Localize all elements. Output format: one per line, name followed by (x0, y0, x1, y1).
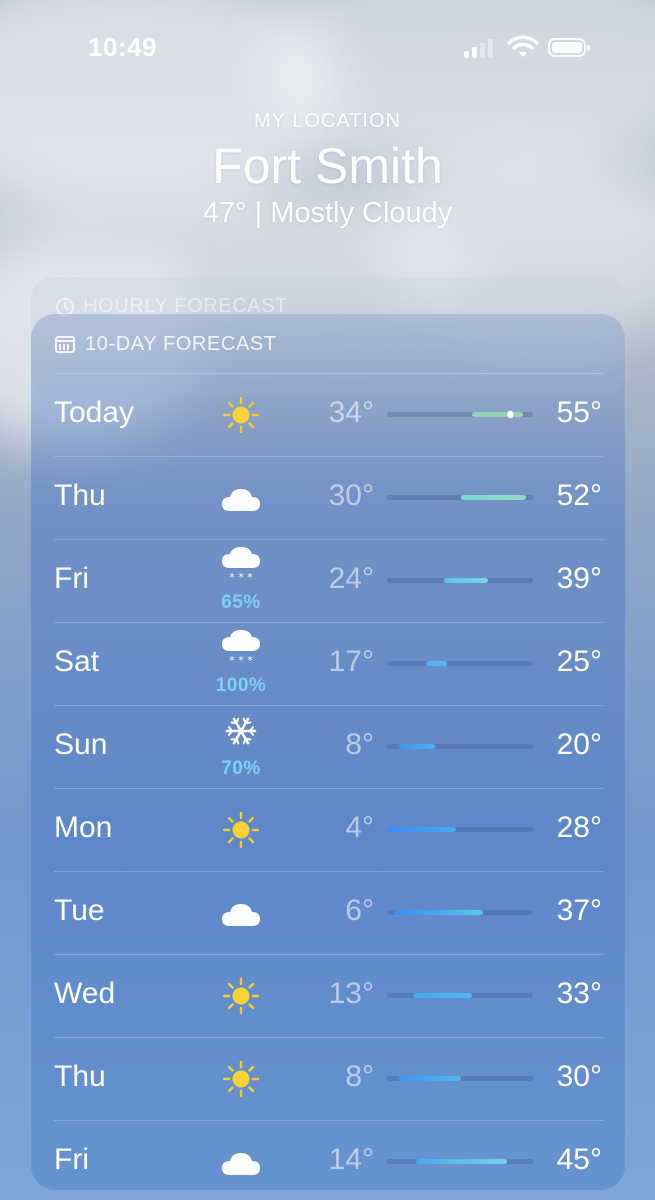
forecast-day: Today (54, 396, 135, 429)
svg-text:* * *: * * * (229, 571, 253, 584)
temperature-range-bar (387, 578, 533, 583)
high-temperature: 52° (556, 479, 602, 512)
temperature-range-bar (387, 910, 533, 915)
low-temperature: 17° (328, 645, 374, 678)
status-time: 10:49 (88, 32, 157, 62)
temperature-range-fill (398, 744, 436, 749)
forecast-row[interactable]: Wed 13° 33° (54, 954, 603, 1037)
temperature-range-fill (443, 578, 488, 583)
battery-icon (548, 38, 590, 57)
low-temperature: 6° (345, 894, 374, 927)
low-temperature: 4° (345, 811, 374, 844)
high-temperature: 39° (556, 562, 602, 595)
forecast-row[interactable]: Mon 4° 28° (54, 788, 603, 871)
precipitation-chance: 65% (221, 592, 261, 613)
forecast-day: Sat (54, 645, 100, 678)
high-temperature: 33° (556, 977, 602, 1010)
forecast-day: Tue (54, 894, 105, 927)
forecast-day: Mon (54, 811, 113, 844)
ten-day-title: 10-DAY FORECAST (85, 332, 277, 355)
temperature-range-bar (387, 495, 533, 500)
forecast-row[interactable]: Sun 70% 8° 20° (54, 705, 603, 788)
forecast-day: Thu (54, 479, 106, 512)
ten-day-forecast-card[interactable]: 10-DAY FORECAST Today 34° 55° Thu 30° 52° Fri *… (31, 314, 625, 1190)
forecast-day: Sun (54, 728, 108, 761)
current-temperature-marker (505, 410, 515, 419)
location-label: MY LOCATION (254, 110, 401, 132)
high-temperature: 30° (556, 1060, 602, 1093)
calendar-icon (55, 335, 75, 353)
status-bar: 10:49 (0, 0, 655, 96)
cloud-icon (209, 457, 273, 539)
high-temperature: 37° (556, 894, 602, 927)
precipitation-chance: 70% (221, 758, 261, 779)
sun-icon (209, 374, 273, 456)
temperature-range-bar (387, 1076, 533, 1081)
sun-icon (209, 789, 273, 871)
temperature-range-fill (394, 910, 484, 915)
temperature-range-fill (461, 495, 526, 500)
forecast-row[interactable]: Thu 30° 52° (54, 456, 603, 539)
low-temperature: 14° (328, 1143, 374, 1176)
forecast-row[interactable]: Thu 8° 30° (54, 1037, 603, 1120)
temperature-range-fill (387, 827, 456, 832)
forecast-row[interactable]: Today 34° 55° (54, 373, 603, 456)
forecast-day: Fri (54, 562, 89, 595)
high-temperature: 55° (556, 396, 602, 429)
cloud-icon (209, 1121, 273, 1190)
sun-icon (209, 1038, 273, 1120)
temperature-range-fill (416, 1159, 507, 1164)
forecast-list: Today 34° 55° Thu 30° 52° Fri * * * 65% 24° 39° Sat… (54, 373, 603, 1190)
current-conditions: 47° | Mostly Cloudy (202, 197, 453, 229)
low-temperature: 8° (345, 728, 374, 761)
precipitation-chance: 100% (215, 675, 267, 696)
cellular-signal-icon (464, 38, 496, 58)
forecast-day: Thu (54, 1060, 106, 1093)
location-header: MY LOCATION Fort Smith 47° | Mostly Clou… (0, 110, 655, 230)
forecast-day: Wed (54, 977, 116, 1010)
temperature-range-bar (387, 410, 533, 419)
high-temperature: 25° (556, 645, 602, 678)
high-temperature: 20° (556, 728, 602, 761)
ten-day-header: 10-DAY FORECAST (55, 332, 277, 356)
temperature-range-bar (387, 744, 533, 749)
low-temperature: 24° (328, 562, 374, 595)
forecast-row[interactable]: Sat * * * 100% 17° 25° (54, 622, 603, 705)
low-temperature: 30° (328, 479, 374, 512)
temperature-range-bar (387, 661, 533, 666)
temperature-range-bar (387, 1159, 533, 1164)
snow-cloud-icon: * * * 65% (209, 540, 273, 622)
sun-icon (209, 955, 273, 1037)
low-temperature: 13° (328, 977, 374, 1010)
forecast-row[interactable]: Fri 14° 45° (54, 1120, 603, 1190)
low-temperature: 8° (345, 1060, 374, 1093)
forecast-row[interactable]: Fri * * * 65% 24° 39° (54, 539, 603, 622)
cloud-icon (209, 872, 273, 954)
snow-cloud-icon: * * * 100% (209, 623, 273, 705)
high-temperature: 45° (556, 1143, 602, 1176)
temperature-range-fill (398, 1076, 462, 1081)
forecast-row[interactable]: Tue 6° 37° (54, 871, 603, 954)
forecast-day: Fri (54, 1143, 89, 1176)
svg-text:* * *: * * * (229, 654, 253, 667)
temperature-range-bar (387, 827, 533, 832)
city-name: Fort Smith (212, 138, 443, 194)
wifi-icon (507, 34, 539, 58)
temperature-range-fill (413, 993, 472, 998)
snowflake-icon: 70% (209, 706, 273, 788)
temperature-range-fill (471, 412, 523, 417)
temperature-range-bar (387, 993, 533, 998)
low-temperature: 34° (328, 396, 374, 429)
high-temperature: 28° (556, 811, 602, 844)
temperature-range-fill (426, 661, 447, 666)
